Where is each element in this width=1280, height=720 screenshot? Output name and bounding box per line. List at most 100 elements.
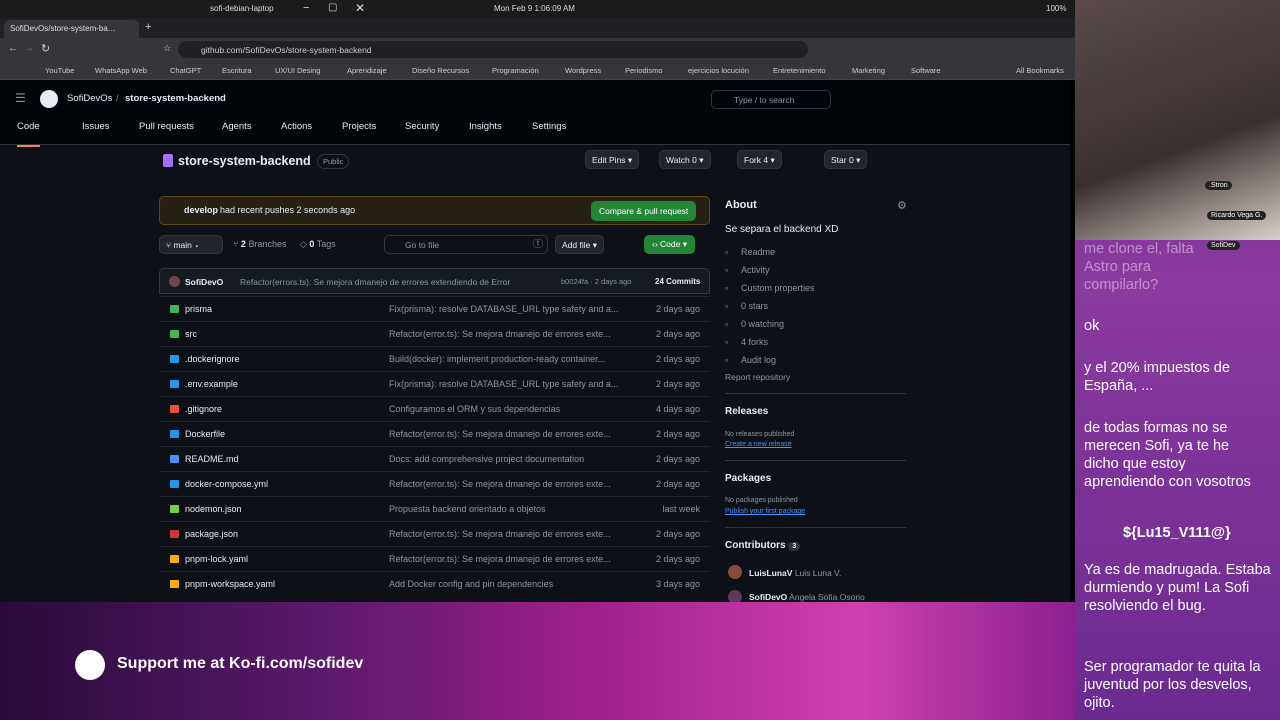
file-commit-message[interactable]: Fix(prisma): resolve DATABASE_URL type s…	[389, 379, 624, 389]
tab-projects[interactable]: Projects	[342, 121, 376, 132]
file-commit-message[interactable]: Fix(prisma): resolve DATABASE_URL type s…	[389, 304, 624, 314]
about-settings-gear-icon[interactable]: ⚙	[897, 199, 907, 212]
branches-link[interactable]: ⑂ 2 Branches	[233, 239, 286, 249]
commit-hash[interactable]: b0024fa · 2 days ago	[561, 277, 631, 286]
file-row[interactable]: .gitignore Configuramos el ORM y sus depe…	[159, 396, 710, 421]
github-logo-icon[interactable]	[40, 90, 58, 108]
go-to-file-input[interactable]: Go to file t	[384, 235, 548, 254]
bookmark-software[interactable]: Software	[911, 66, 941, 75]
bookmark-programacion[interactable]: Programación	[492, 66, 539, 75]
file-commit-message[interactable]: Refactor(error.ts): Se mejora dmanejo de…	[389, 529, 624, 539]
bookmark-locucion[interactable]: ejercicios locución	[688, 66, 749, 75]
contributor-username[interactable]: SofiDevO	[749, 592, 787, 602]
close-icon[interactable]: ✕	[355, 1, 365, 15]
file-name[interactable]: README.md	[185, 454, 239, 464]
publish-package-link[interactable]: Publish your first package	[725, 508, 805, 515]
report-repository-link[interactable]: Report repository	[725, 372, 790, 382]
forward-icon[interactable]: →	[24, 43, 34, 54]
tab-insights[interactable]: Insights	[469, 121, 502, 132]
tab-issues[interactable]: Issues	[82, 121, 109, 132]
tab-pull-requests[interactable]: Pull requests	[139, 121, 194, 132]
browser-tab[interactable]: SofiDevOs/store-system-ba…	[4, 20, 139, 38]
file-row[interactable]: pnpm-workspace.yaml Add Docker config and…	[159, 571, 710, 596]
file-row[interactable]: src Refactor(error.ts): Se mejora dmanejo…	[159, 321, 710, 346]
file-name[interactable]: nodemon.json	[185, 504, 242, 514]
tab-agents[interactable]: Agents	[222, 121, 252, 132]
bookmark-icon[interactable]: ☆	[163, 43, 171, 54]
file-row[interactable]: prisma Fix(prisma): resolve DATABASE_URL …	[159, 296, 710, 321]
add-file-button[interactable]: Add file ▾	[555, 235, 604, 254]
file-name[interactable]: pnpm-lock.yaml	[185, 554, 248, 564]
about-item[interactable]: 4 forks	[741, 337, 768, 347]
file-name[interactable]: Dockerfile	[185, 429, 225, 439]
about-item[interactable]: Readme	[741, 247, 775, 257]
bookmark-marketing[interactable]: Marketing	[852, 66, 885, 75]
tab-settings[interactable]: Settings	[532, 121, 566, 132]
file-row[interactable]: Dockerfile Refactor(error.ts): Se mejora …	[159, 421, 710, 446]
hamburger-icon[interactable]: ☰	[15, 91, 26, 105]
minimize-icon[interactable]: −	[303, 2, 309, 14]
tab-code[interactable]: Code	[17, 121, 40, 147]
url-bar[interactable]: github.com/SofiDevOs/store-system-backen…	[178, 41, 808, 58]
file-commit-message[interactable]: Docs: add comprehensive project document…	[389, 454, 624, 464]
repo-name-link[interactable]: store-system-backend	[125, 93, 226, 104]
file-name[interactable]: .env.example	[185, 379, 238, 389]
file-row[interactable]: nodemon.json Propuesta backend orientado …	[159, 496, 710, 521]
bookmark-periodismo[interactable]: Periodismo	[625, 66, 663, 75]
edit-pins-button[interactable]: Edit Pins ▾	[585, 150, 640, 169]
packages-title[interactable]: Packages	[725, 473, 771, 484]
file-name[interactable]: docker-compose.yml	[185, 479, 268, 489]
file-commit-message[interactable]: Configuramos el ORM y sus dependencias	[389, 404, 624, 414]
tab-actions[interactable]: Actions	[281, 121, 312, 132]
file-row[interactable]: package.json Refactor(error.ts): Se mejor…	[159, 521, 710, 546]
create-release-link[interactable]: Create a new release	[725, 441, 792, 448]
file-commit-message[interactable]: Propuesta backend orientado a objetos	[389, 504, 624, 514]
search-input[interactable]: Type / to search	[711, 90, 831, 109]
releases-title[interactable]: Releases	[725, 406, 768, 417]
bookmark-escritura[interactable]: Escritura	[222, 66, 252, 75]
file-row[interactable]: pnpm-lock.yaml Refactor(error.ts): Se mej…	[159, 546, 710, 571]
file-name[interactable]: prisma	[185, 304, 212, 314]
about-item[interactable]: Audit log	[741, 355, 776, 365]
contributor-avatar[interactable]	[728, 565, 742, 579]
repo-owner-link[interactable]: SofiDevOs	[67, 93, 112, 104]
file-row[interactable]: .env.example Fix(prisma): resolve DATABAS…	[159, 371, 710, 396]
file-name[interactable]: src	[185, 329, 197, 339]
tags-link[interactable]: ◇ 0 Tags	[300, 239, 336, 250]
maximize-icon[interactable]: ▢	[328, 2, 337, 13]
bookmark-chatgpt[interactable]: ChatGPT	[170, 66, 201, 75]
bookmark-youtube[interactable]: YouTube	[45, 66, 74, 75]
about-item[interactable]: 0 stars	[741, 301, 768, 311]
file-commit-message[interactable]: Refactor(error.ts): Se mejora dmanejo de…	[389, 479, 624, 489]
file-row[interactable]: .dockerignore Build(docker): implement pr…	[159, 346, 710, 371]
bookmark-aprendizaje[interactable]: Aprendizaje	[347, 66, 387, 75]
bookmark-whatsapp[interactable]: WhatsApp Web	[95, 66, 147, 75]
branch-selector[interactable]: ⑂ main ▾	[159, 235, 223, 254]
commit-author[interactable]: SofiDevO	[185, 277, 223, 287]
bookmark-diseno[interactable]: Diseño Recursos	[412, 66, 469, 75]
code-button[interactable]: ‹› Code ▾	[644, 235, 695, 254]
bookmark-entretenimiento[interactable]: Entretenimiento	[773, 66, 826, 75]
file-commit-message[interactable]: Build(docker): implement production-read…	[389, 354, 624, 364]
file-commit-message[interactable]: Refactor(error.ts): Se mejora dmanejo de…	[389, 554, 624, 564]
file-row[interactable]: README.md Docs: add comprehensive project…	[159, 446, 710, 471]
back-icon[interactable]: ←	[8, 43, 18, 54]
contributor-avatar[interactable]	[728, 590, 742, 602]
file-row[interactable]: docker-compose.yml Refactor(error.ts): Se…	[159, 471, 710, 496]
file-name[interactable]: .dockerignore	[185, 354, 240, 364]
file-name[interactable]: package.json	[185, 529, 238, 539]
contributor-username[interactable]: LuisLunaV	[749, 568, 792, 578]
watch-button[interactable]: Watch 0 ▾	[659, 150, 711, 169]
all-bookmarks[interactable]: All Bookmarks	[1016, 66, 1064, 75]
push-branch[interactable]: develop	[184, 205, 218, 215]
contributors-title[interactable]: Contributors 3	[725, 540, 801, 551]
file-commit-message[interactable]: Refactor(error.ts): Se mejora dmanejo de…	[389, 429, 624, 439]
about-item[interactable]: Activity	[741, 265, 770, 275]
file-name[interactable]: .gitignore	[185, 404, 222, 414]
new-tab-icon[interactable]: +	[145, 21, 151, 33]
file-commit-message[interactable]: Refactor(error.ts): Se mejora dmanejo de…	[389, 329, 624, 339]
bookmark-wordpress[interactable]: Wordpress	[565, 66, 601, 75]
reload-icon[interactable]: ↻	[41, 42, 50, 55]
commit-message[interactable]: Refactor(errors.ts): Se mejora dmanejo d…	[240, 277, 530, 287]
fork-button[interactable]: Fork 4 ▾	[737, 150, 782, 169]
